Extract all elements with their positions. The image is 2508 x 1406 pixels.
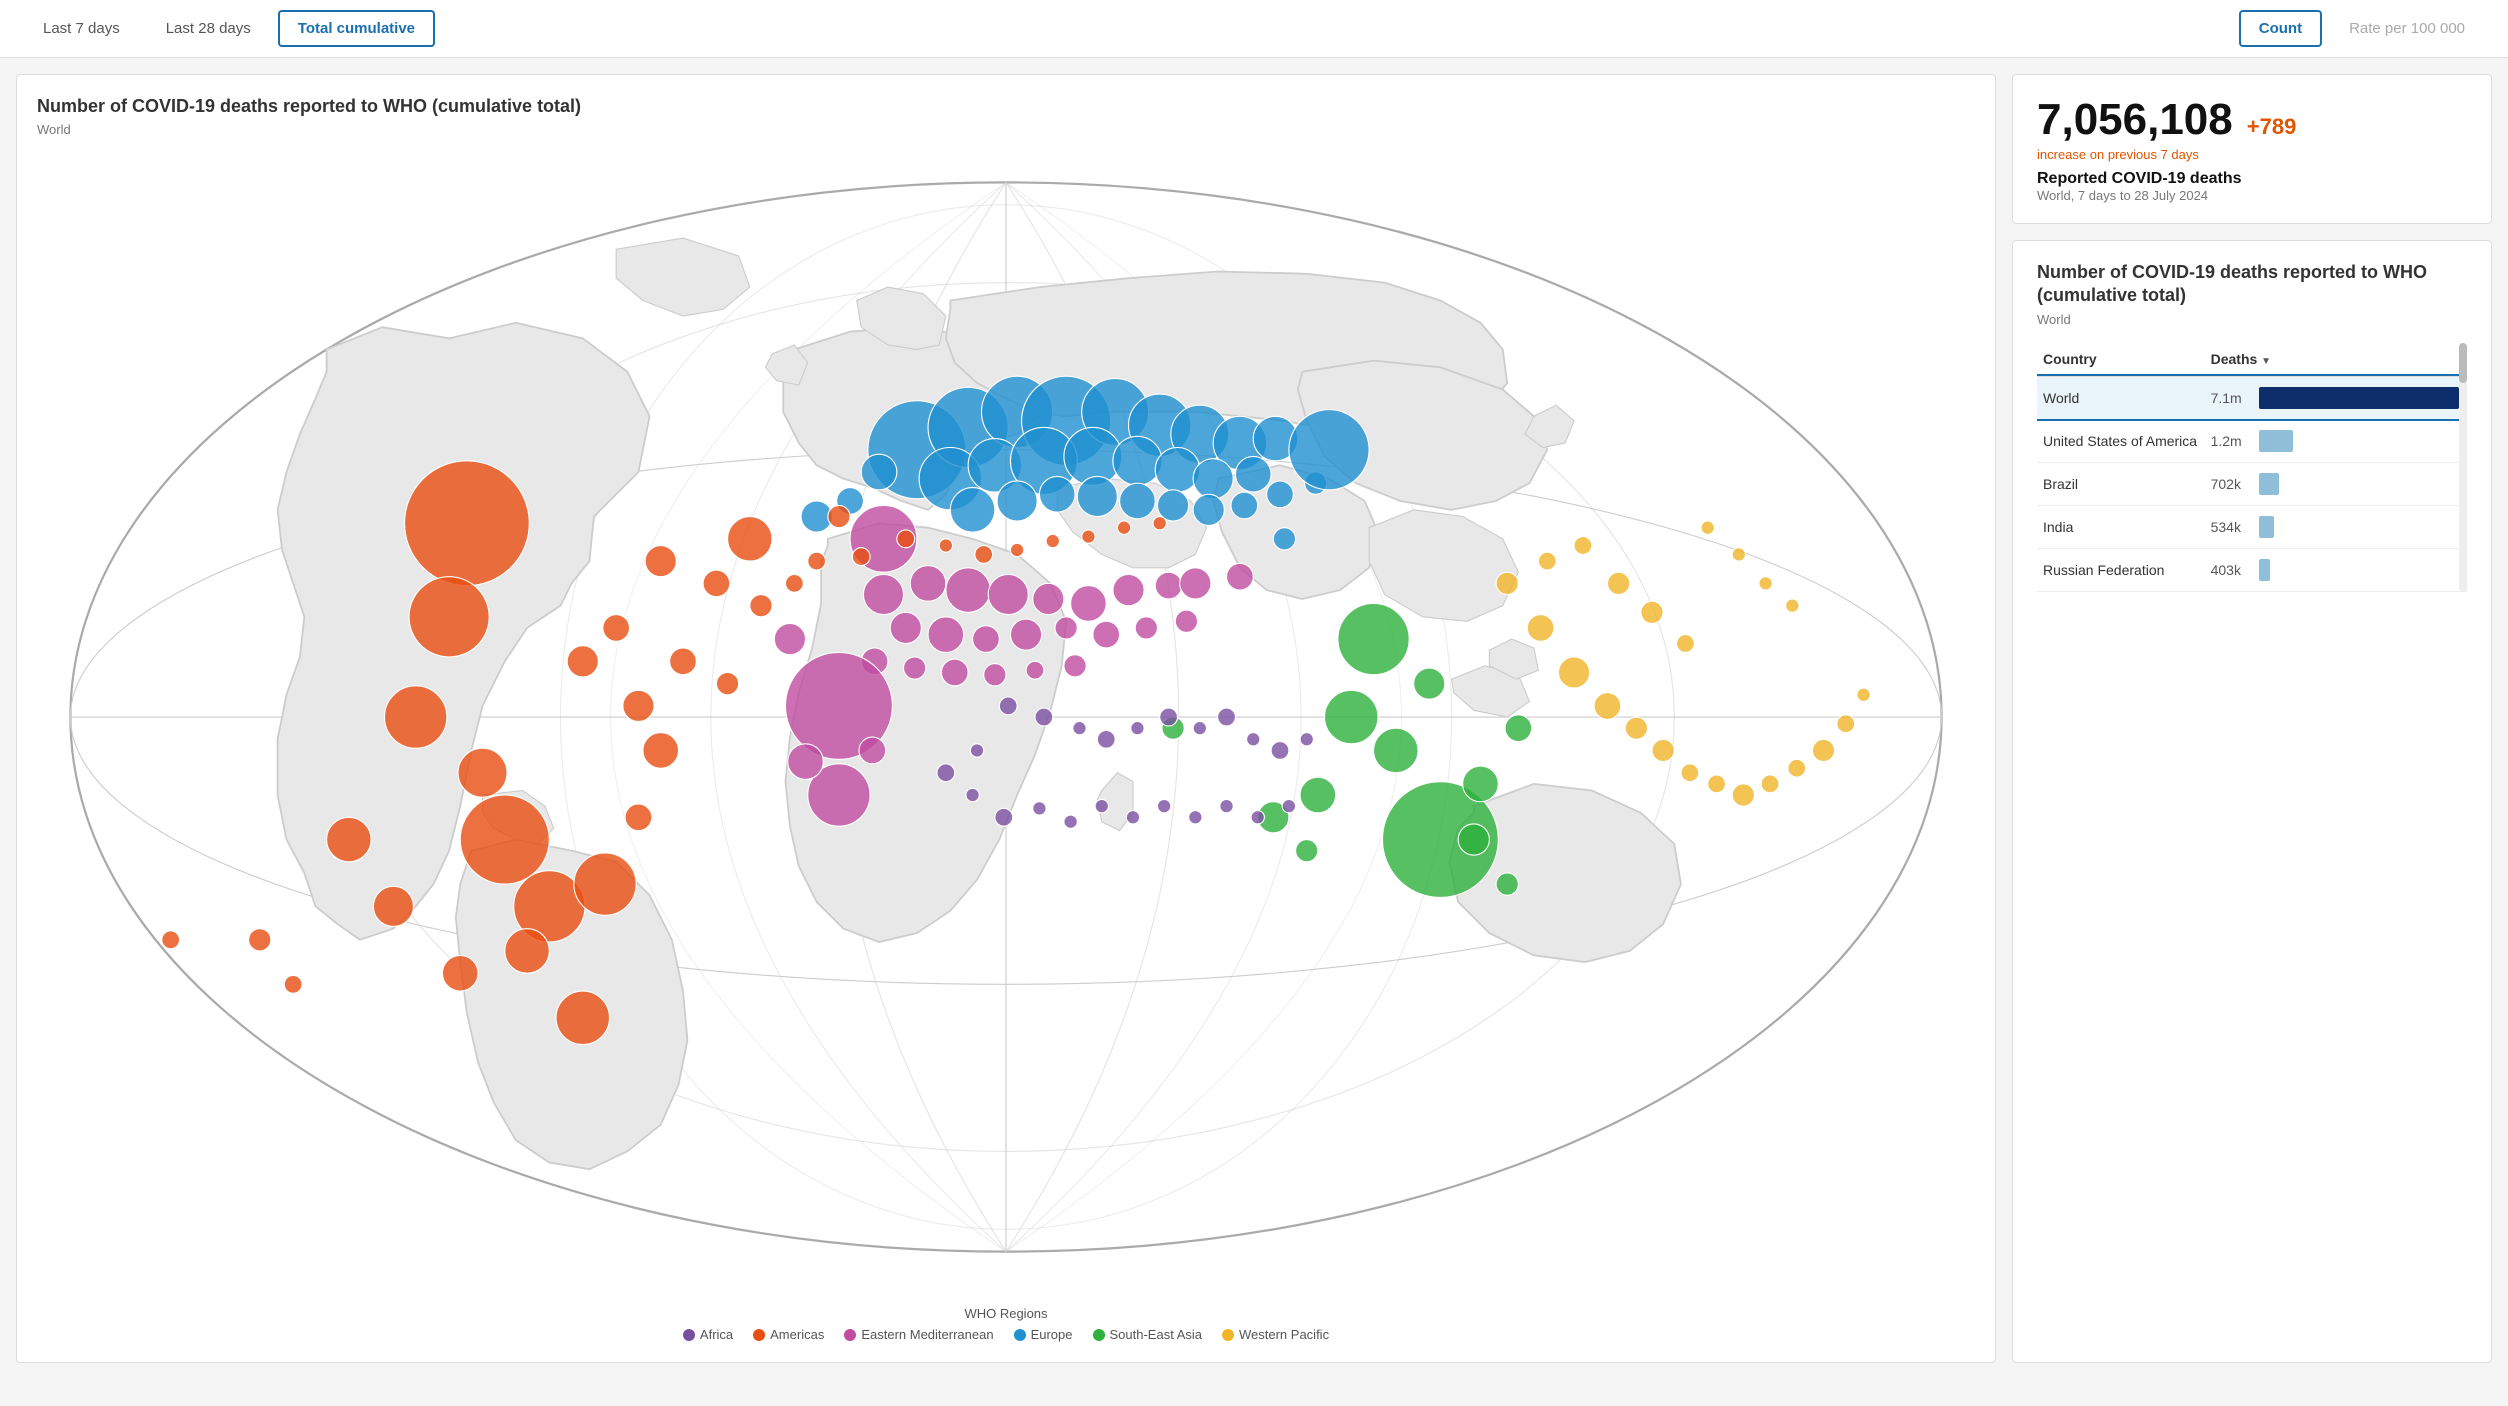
main-content: Number of COVID-19 deaths reported to WH…	[0, 58, 2508, 1379]
table-card-title: Number of COVID-19 deaths reported to WH…	[2037, 261, 2467, 308]
bar-background	[2259, 559, 2461, 581]
legend-item: Western Pacific	[1222, 1327, 1329, 1342]
bar-fill	[2259, 387, 2459, 409]
world-map-svg	[37, 149, 1975, 1285]
legend-item: Americas	[753, 1327, 824, 1342]
cell-deaths: 702k	[2205, 462, 2467, 505]
map-panel: Number of COVID-19 deaths reported to WH…	[16, 74, 1996, 1363]
bar-value: 7.1m	[2211, 390, 2251, 406]
tab-rate[interactable]: Rate per 100 000	[2330, 10, 2484, 47]
metric-tab-group: Count Rate per 100 000	[2239, 10, 2484, 47]
map-subtitle: World	[37, 122, 1975, 137]
bar-value: 1.2m	[2211, 433, 2251, 449]
cell-deaths: 534k	[2205, 505, 2467, 548]
stat-increase-label: increase on previous 7 days	[2037, 147, 2467, 162]
stat-context: World, 7 days to 28 July 2024	[2037, 188, 2467, 203]
cell-deaths: 1.2m	[2205, 419, 2467, 462]
legend-label: Eastern Mediterranean	[861, 1327, 993, 1342]
legend-item: Africa	[683, 1327, 733, 1342]
legend-dot	[1222, 1329, 1234, 1341]
table-wrapper: Country Deaths ▼ World 7.1m Un	[2037, 343, 2467, 592]
legend-dot	[1093, 1329, 1105, 1341]
legend-item: Eastern Mediterranean	[844, 1327, 993, 1342]
legend-area: WHO Regions Africa Americas Eastern Medite…	[37, 1306, 1975, 1342]
tab-count[interactable]: Count	[2239, 10, 2322, 47]
cell-country: World	[2037, 376, 2205, 420]
table-row[interactable]: Russian Federation 403k	[2037, 548, 2467, 591]
bar-value: 403k	[2211, 562, 2251, 578]
legend-dot	[1014, 1329, 1026, 1341]
table-row[interactable]: India 534k	[2037, 505, 2467, 548]
cell-deaths: 7.1m	[2205, 376, 2467, 420]
cell-country: India	[2037, 505, 2205, 548]
cell-country: United States of America	[2037, 419, 2205, 462]
tab-last7[interactable]: Last 7 days	[24, 10, 139, 47]
cell-country: Russian Federation	[2037, 548, 2205, 591]
bar-value: 534k	[2211, 519, 2251, 535]
bar-fill	[2259, 559, 2270, 581]
table-row[interactable]: United States of America 1.2m	[2037, 419, 2467, 462]
bar-background	[2259, 430, 2461, 452]
legend-title: WHO Regions	[37, 1306, 1975, 1321]
stat-label: Reported COVID-19 deaths	[2037, 170, 2467, 188]
bar-fill	[2259, 430, 2293, 452]
table-card-subtitle: World	[2037, 312, 2467, 327]
bar-fill	[2259, 516, 2274, 538]
stat-card: 7,056,108 +789 increase on previous 7 da…	[2012, 74, 2492, 224]
legend-items: Africa Americas Eastern Mediterranean Europ…	[37, 1327, 1975, 1342]
sort-arrow: ▼	[2261, 356, 2271, 367]
time-tab-group: Last 7 days Last 28 days Total cumulativ…	[24, 10, 435, 47]
legend-label: Europe	[1031, 1327, 1073, 1342]
map-container	[37, 149, 1975, 1290]
tab-last28[interactable]: Last 28 days	[147, 10, 270, 47]
col-deaths[interactable]: Deaths ▼	[2205, 343, 2467, 376]
legend-label: Africa	[700, 1327, 733, 1342]
top-bar: Last 7 days Last 28 days Total cumulativ…	[0, 0, 2508, 58]
legend-item: South-East Asia	[1093, 1327, 1203, 1342]
legend-label: Western Pacific	[1239, 1327, 1329, 1342]
table-card: Number of COVID-19 deaths reported to WH…	[2012, 240, 2492, 1363]
bar-background	[2259, 516, 2461, 538]
legend-label: South-East Asia	[1110, 1327, 1203, 1342]
bar-fill	[2259, 473, 2279, 495]
stat-number: 7,056,108	[2037, 95, 2233, 145]
tab-total[interactable]: Total cumulative	[278, 10, 435, 47]
right-panel: 7,056,108 +789 increase on previous 7 da…	[2012, 74, 2492, 1363]
table-row[interactable]: Brazil 702k	[2037, 462, 2467, 505]
deaths-table: Country Deaths ▼ World 7.1m Un	[2037, 343, 2467, 592]
cell-country: Brazil	[2037, 462, 2205, 505]
cell-deaths: 403k	[2205, 548, 2467, 591]
table-row[interactable]: World 7.1m	[2037, 376, 2467, 420]
legend-dot	[844, 1329, 856, 1341]
stat-increase: +789	[2247, 114, 2297, 140]
bar-background	[2259, 387, 2461, 409]
legend-label: Americas	[770, 1327, 824, 1342]
legend-item: Europe	[1014, 1327, 1073, 1342]
col-country: Country	[2037, 343, 2205, 376]
bar-background	[2259, 473, 2461, 495]
map-title: Number of COVID-19 deaths reported to WH…	[37, 95, 1975, 118]
legend-dot	[753, 1329, 765, 1341]
bar-value: 702k	[2211, 476, 2251, 492]
legend-dot	[683, 1329, 695, 1341]
